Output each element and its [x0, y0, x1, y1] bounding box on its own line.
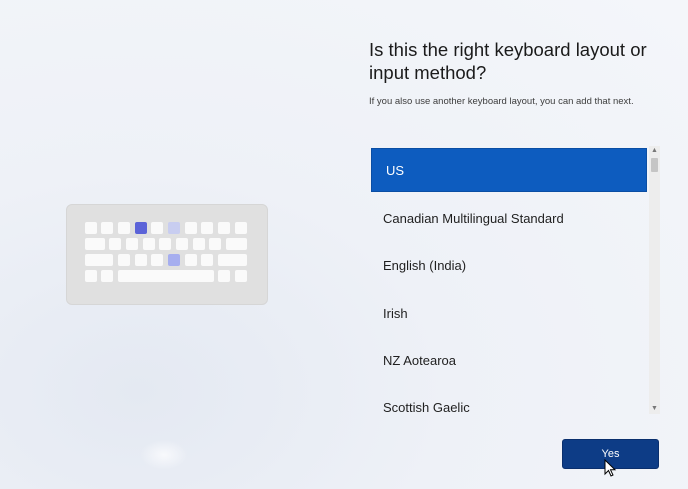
key [85, 270, 97, 282]
key-highlighted [168, 254, 180, 266]
key [101, 222, 113, 234]
key [151, 222, 163, 234]
key [126, 238, 138, 250]
mouse-pointer-icon [604, 459, 617, 477]
key [218, 254, 247, 266]
layout-item-nz-aotearoa[interactable]: NZ Aotearoa [369, 338, 647, 382]
layout-item-scottish-gaelic[interactable]: Scottish Gaelic [369, 385, 647, 415]
key [109, 238, 121, 250]
key [185, 222, 197, 234]
key [135, 254, 147, 266]
key [143, 238, 155, 250]
key [159, 238, 171, 250]
spacebar-key [118, 270, 214, 282]
key [226, 238, 247, 250]
page-title: Is this the right keyboard layout or inp… [369, 39, 647, 83]
scroll-thumb[interactable] [651, 158, 658, 172]
background-orb [140, 440, 188, 470]
layout-item-us[interactable]: US [371, 148, 647, 192]
chevron-down-icon[interactable]: ▼ [649, 404, 660, 414]
key [151, 254, 163, 266]
keyboard-illustration-icon [66, 204, 268, 305]
key [235, 222, 247, 234]
key-highlighted [135, 222, 147, 234]
key [218, 270, 230, 282]
key [85, 238, 105, 250]
layout-item-english-india[interactable]: English (India) [369, 243, 647, 287]
key-highlighted [168, 222, 180, 234]
key [85, 254, 113, 266]
key [185, 254, 197, 266]
key [235, 270, 247, 282]
key [85, 222, 97, 234]
key [176, 238, 188, 250]
key [101, 270, 113, 282]
key [201, 254, 213, 266]
layout-item-canadian-multilingual[interactable]: Canadian Multilingual Standard [369, 196, 647, 240]
key [218, 222, 230, 234]
layout-item-irish[interactable]: Irish [369, 291, 647, 335]
key [118, 254, 130, 266]
keyboard-layout-list[interactable]: US Canadian Multilingual Standard Englis… [369, 146, 649, 414]
list-scrollbar[interactable]: ▲ ▼ [649, 146, 660, 414]
chevron-up-icon[interactable]: ▲ [649, 146, 660, 156]
key [209, 238, 221, 250]
page-subtitle: If you also use another keyboard layout,… [369, 96, 634, 107]
key [201, 222, 213, 234]
key [118, 222, 130, 234]
key [193, 238, 205, 250]
